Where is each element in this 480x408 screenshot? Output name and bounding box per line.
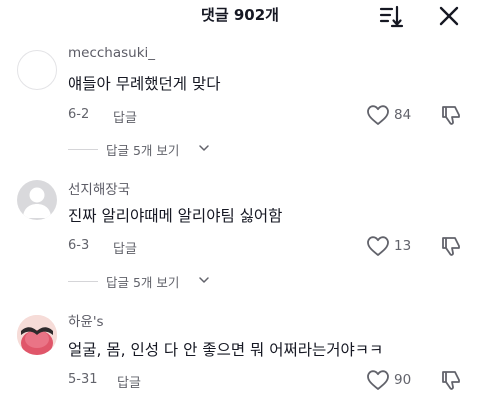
- comment-username[interactable]: 선지해장국: [68, 178, 130, 198]
- thumbs-down-icon: [442, 237, 460, 256]
- comment-item: 하윤's 얼굴, 몸, 인성 다 안 좋으면 뭐 어쩌라는거야ㅋㅋ 5-31 답…: [0, 305, 480, 405]
- avatar[interactable]: [17, 315, 57, 355]
- comment-text: 얼굴, 몸, 인성 다 안 좋으면 뭐 어쩌라는거야ㅋㅋ: [68, 341, 384, 359]
- heart-icon: [367, 236, 389, 256]
- like-button[interactable]: [366, 104, 390, 126]
- comment-date: 5-31: [68, 372, 98, 387]
- default-user-icon: [23, 187, 51, 218]
- view-replies-label: 답글 5개 보기: [106, 143, 180, 158]
- comments-header: 댓글 902개: [0, 0, 480, 34]
- comment-date: 6-2: [68, 107, 90, 122]
- like-count: 13: [394, 238, 412, 254]
- like-count: 84: [394, 107, 412, 123]
- comment-username[interactable]: mecchasuki_: [68, 45, 155, 61]
- view-replies-button[interactable]: 답글 5개 보기: [68, 271, 268, 291]
- comments-count-title: 댓글 902개: [201, 6, 279, 24]
- chevron-down-icon: [199, 277, 209, 283]
- like-button[interactable]: [366, 369, 390, 391]
- thumbs-down-icon: [442, 106, 460, 125]
- thumbs-down-icon: [442, 371, 460, 390]
- replies-divider: [68, 149, 98, 150]
- replies-divider: [68, 281, 98, 282]
- comment-text: 얘들아 무례했던게 맞다: [68, 75, 221, 93]
- comment-date: 6-3: [68, 238, 90, 253]
- comment-text: 진짜 알리야때메 알리야팀 싫어함: [68, 207, 283, 225]
- profile-photo: [17, 315, 57, 355]
- heart-icon: [367, 105, 389, 125]
- close-icon: [439, 6, 459, 26]
- sort-button[interactable]: [378, 3, 404, 29]
- chevron-down-icon: [199, 145, 209, 151]
- reply-button[interactable]: 답글: [117, 372, 141, 391]
- comment-username[interactable]: 하윤's: [68, 310, 104, 330]
- heart-icon: [367, 370, 389, 390]
- dislike-button[interactable]: [440, 369, 462, 391]
- reply-button[interactable]: 답글: [113, 107, 137, 126]
- dislike-button[interactable]: [440, 235, 462, 257]
- view-replies-button[interactable]: 답글 5개 보기: [68, 139, 268, 159]
- view-replies-label: 답글 5개 보기: [106, 275, 180, 290]
- avatar[interactable]: [17, 180, 57, 220]
- avatar[interactable]: [17, 50, 57, 90]
- close-button[interactable]: [436, 3, 462, 29]
- like-count: 90: [394, 372, 412, 388]
- dislike-button[interactable]: [440, 104, 462, 126]
- comment-item: 선지해장국 진짜 알리야때메 알리야팀 싫어함 6-3 답글 13: [0, 172, 480, 272]
- comment-item: mecchasuki_ 얘들아 무례했던게 맞다 6-2 답글 84: [0, 40, 480, 140]
- reply-button[interactable]: 답글: [113, 238, 137, 257]
- like-button[interactable]: [366, 235, 390, 257]
- sort-descending-icon: [379, 5, 404, 28]
